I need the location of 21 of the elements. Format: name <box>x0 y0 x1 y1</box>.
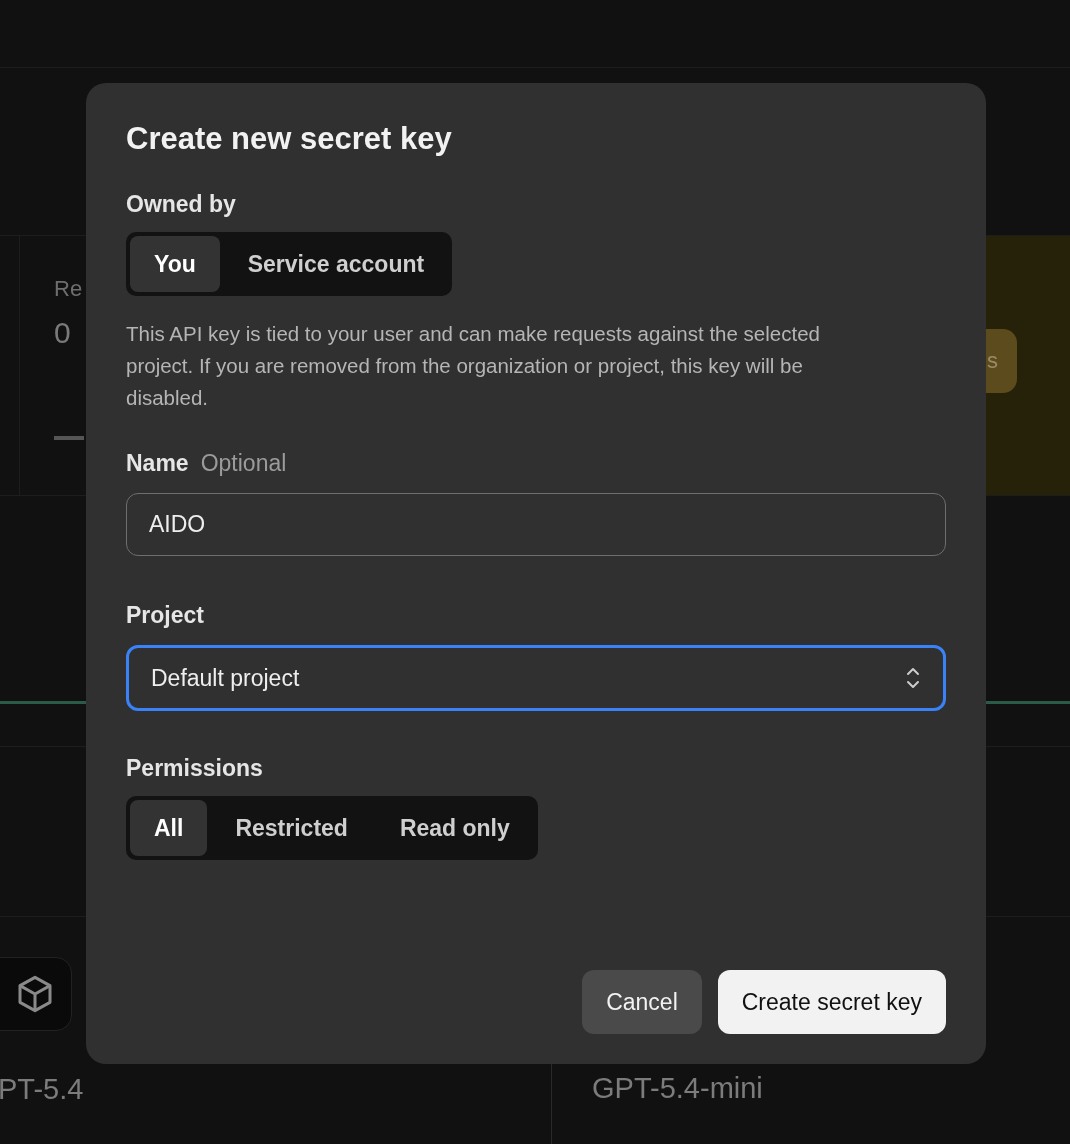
cancel-button[interactable]: Cancel <box>582 970 702 1034</box>
dash-mark <box>54 436 84 440</box>
project-select[interactable]: Default project <box>126 645 946 711</box>
stat-value: 0 <box>54 316 71 350</box>
field-label: Permissions <box>126 755 263 781</box>
owner-option[interactable]: You <box>130 236 220 292</box>
field-label: Owned by <box>126 191 236 217</box>
permission-option[interactable]: All <box>130 800 208 856</box>
description-text: This API key is tied to your user and can make requests against the selected project. If you are removed from the organization or project, this key will be disabled. <box>126 321 821 411</box>
create-button[interactable]: Create secret key <box>717 970 946 1034</box>
dialog-title: Create new secret key <box>126 121 453 157</box>
permission-option[interactable]: Read only <box>375 800 534 856</box>
owner-option[interactable]: Service account <box>223 236 449 292</box>
model-name: GPT-5.4-mini <box>592 1072 764 1105</box>
name-input[interactable]: AIDO <box>126 493 946 556</box>
stat-label: Re <box>54 276 83 302</box>
optional-hint: Optional <box>200 450 287 477</box>
model-name: PT-5.4 <box>0 1073 85 1106</box>
permission-option[interactable]: Restricted <box>211 800 372 856</box>
field-label: Name <box>126 450 189 477</box>
field-label: Project <box>126 602 204 628</box>
